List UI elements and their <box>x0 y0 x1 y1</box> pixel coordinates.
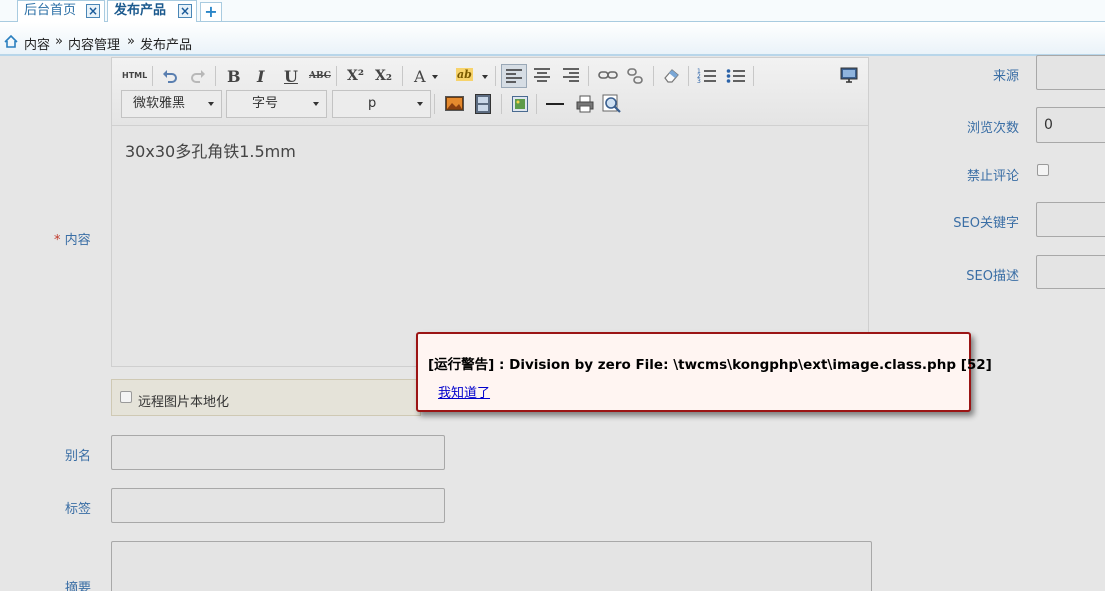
toolbar-divider <box>536 94 537 114</box>
chevron-down-icon[interactable] <box>432 75 438 79</box>
chevron-down-icon[interactable] <box>482 75 488 79</box>
breadcrumb-separator: » <box>55 34 63 49</box>
seo-keywords-input[interactable] <box>1036 202 1105 237</box>
tab-dashboard[interactable]: 后台首页 × <box>17 0 105 22</box>
bold-button[interactable]: B <box>227 67 241 86</box>
toolbar-divider <box>402 66 403 86</box>
toolbar-divider <box>434 94 435 114</box>
strikethrough-button[interactable]: ABC <box>309 71 331 81</box>
remote-images-checkbox[interactable] <box>120 391 132 403</box>
unlink-icon[interactable] <box>626 67 644 85</box>
breadcrumb-content-management[interactable]: 内容管理 <box>68 34 120 53</box>
content-label-text: 内容 <box>64 233 91 248</box>
close-icon[interactable]: × <box>178 4 192 18</box>
chevron-down-icon <box>313 102 319 106</box>
chevron-down-icon <box>417 102 423 106</box>
source-label: 来源 <box>992 69 1019 84</box>
align-left-icon[interactable] <box>501 64 527 88</box>
font-size-value: 字号 <box>252 96 279 111</box>
toolbar-divider <box>753 66 754 86</box>
breadcrumb-content[interactable]: 内容 <box>24 34 50 53</box>
redo-icon[interactable] <box>190 68 206 84</box>
runtime-warning-dialog: [运行警告] : Division by zero File: \twcms\k… <box>416 332 992 412</box>
toolbar-divider <box>688 66 689 86</box>
no-comment-label: 禁止评论 <box>966 169 1019 184</box>
tab-dashboard-label: 后台首页 <box>24 3 77 18</box>
horizontal-rule-icon[interactable] <box>546 102 564 106</box>
ordered-list-icon[interactable]: 1 2 3 <box>697 67 717 85</box>
views-value: 0 <box>1044 117 1053 133</box>
toolbar-divider <box>215 66 216 86</box>
remote-images-option: 远程图片本地化 <box>111 379 421 416</box>
alias-label: 别名 <box>65 449 92 464</box>
alias-input[interactable] <box>111 435 445 470</box>
toolbar-divider <box>495 66 496 86</box>
font-family-value: 微软雅黑 <box>133 96 186 111</box>
views-label: 浏览次数 <box>966 121 1019 136</box>
subscript-button[interactable]: X₂ <box>375 68 392 84</box>
no-comment-checkbox[interactable] <box>1037 164 1049 176</box>
chevron-down-icon <box>208 102 214 106</box>
toolbar-divider <box>588 66 589 86</box>
toolbar-divider <box>152 66 153 86</box>
acknowledge-link[interactable]: 我知道了 <box>438 382 490 401</box>
breadcrumb-separator: » <box>127 34 135 49</box>
tab-publish-product[interactable]: 发布产品 × <box>107 0 197 23</box>
rich-text-editor: HTML B I U ABC X² X₂ A ab 1 2 3 微软雅黑 字号 … <box>111 57 869 367</box>
align-center-icon[interactable] <box>533 67 551 83</box>
font-color-button[interactable]: A <box>414 67 426 86</box>
remote-images-label: 远程图片本地化 <box>138 395 230 410</box>
source-input[interactable] <box>1036 55 1105 90</box>
editor-content[interactable]: 30x30多孔角铁1.5mm <box>125 138 296 162</box>
tab-bar: 后台首页 × 发布产品 × + <box>0 0 1105 23</box>
close-icon[interactable]: × <box>86 4 100 18</box>
tags-input[interactable] <box>111 488 445 523</box>
home-icon[interactable] <box>4 35 18 48</box>
breadcrumb: 内容 » 内容管理 » 发布产品 <box>0 22 1105 56</box>
breadcrumb-publish-product: 发布产品 <box>140 38 193 53</box>
link-icon[interactable] <box>598 69 618 81</box>
superscript-button[interactable]: X² <box>347 68 364 84</box>
toolbar-divider <box>653 66 654 86</box>
svg-text:3: 3 <box>697 78 701 85</box>
highlight-button[interactable]: ab <box>456 68 473 81</box>
tab-publish-product-label: 发布产品 <box>114 3 167 18</box>
paragraph-format-value: p <box>368 96 377 111</box>
editor-toolbar: HTML B I U ABC X² X₂ A ab 1 2 3 微软雅黑 字号 … <box>112 58 868 126</box>
print-icon[interactable] <box>576 95 594 113</box>
summary-textarea[interactable] <box>111 541 872 591</box>
image-upload-icon[interactable] <box>512 96 528 112</box>
unordered-list-icon[interactable] <box>726 67 746 85</box>
add-tab-button[interactable]: + <box>200 2 222 22</box>
paragraph-format-select[interactable]: p <box>332 90 431 118</box>
warning-message: [运行警告] : Division by zero File: \twcms\k… <box>428 357 992 373</box>
seo-description-input[interactable] <box>1036 255 1105 289</box>
undo-icon[interactable] <box>162 68 178 84</box>
image-icon[interactable] <box>445 96 464 111</box>
align-right-icon[interactable] <box>562 67 580 83</box>
toolbar-divider <box>336 66 337 86</box>
content-field-label: * 内容 <box>54 229 91 248</box>
fullscreen-icon[interactable] <box>839 67 859 85</box>
font-family-select[interactable]: 微软雅黑 <box>121 90 222 118</box>
required-mark: * <box>54 233 61 248</box>
html-source-button[interactable]: HTML <box>122 71 147 80</box>
summary-label: 摘要 <box>65 581 92 591</box>
tags-label: 标签 <box>65 502 92 517</box>
underline-button[interactable]: U <box>284 67 298 86</box>
seo-keywords-label: SEO关键字 <box>953 216 1019 231</box>
eraser-icon[interactable] <box>663 67 681 83</box>
italic-button[interactable]: I <box>257 67 264 86</box>
preview-icon[interactable] <box>602 94 622 114</box>
views-input[interactable]: 0 <box>1036 107 1105 143</box>
video-icon[interactable] <box>475 94 491 114</box>
seo-description-label: SEO描述 <box>966 269 1019 284</box>
font-size-select[interactable]: 字号 <box>226 90 327 118</box>
toolbar-divider <box>501 94 502 114</box>
